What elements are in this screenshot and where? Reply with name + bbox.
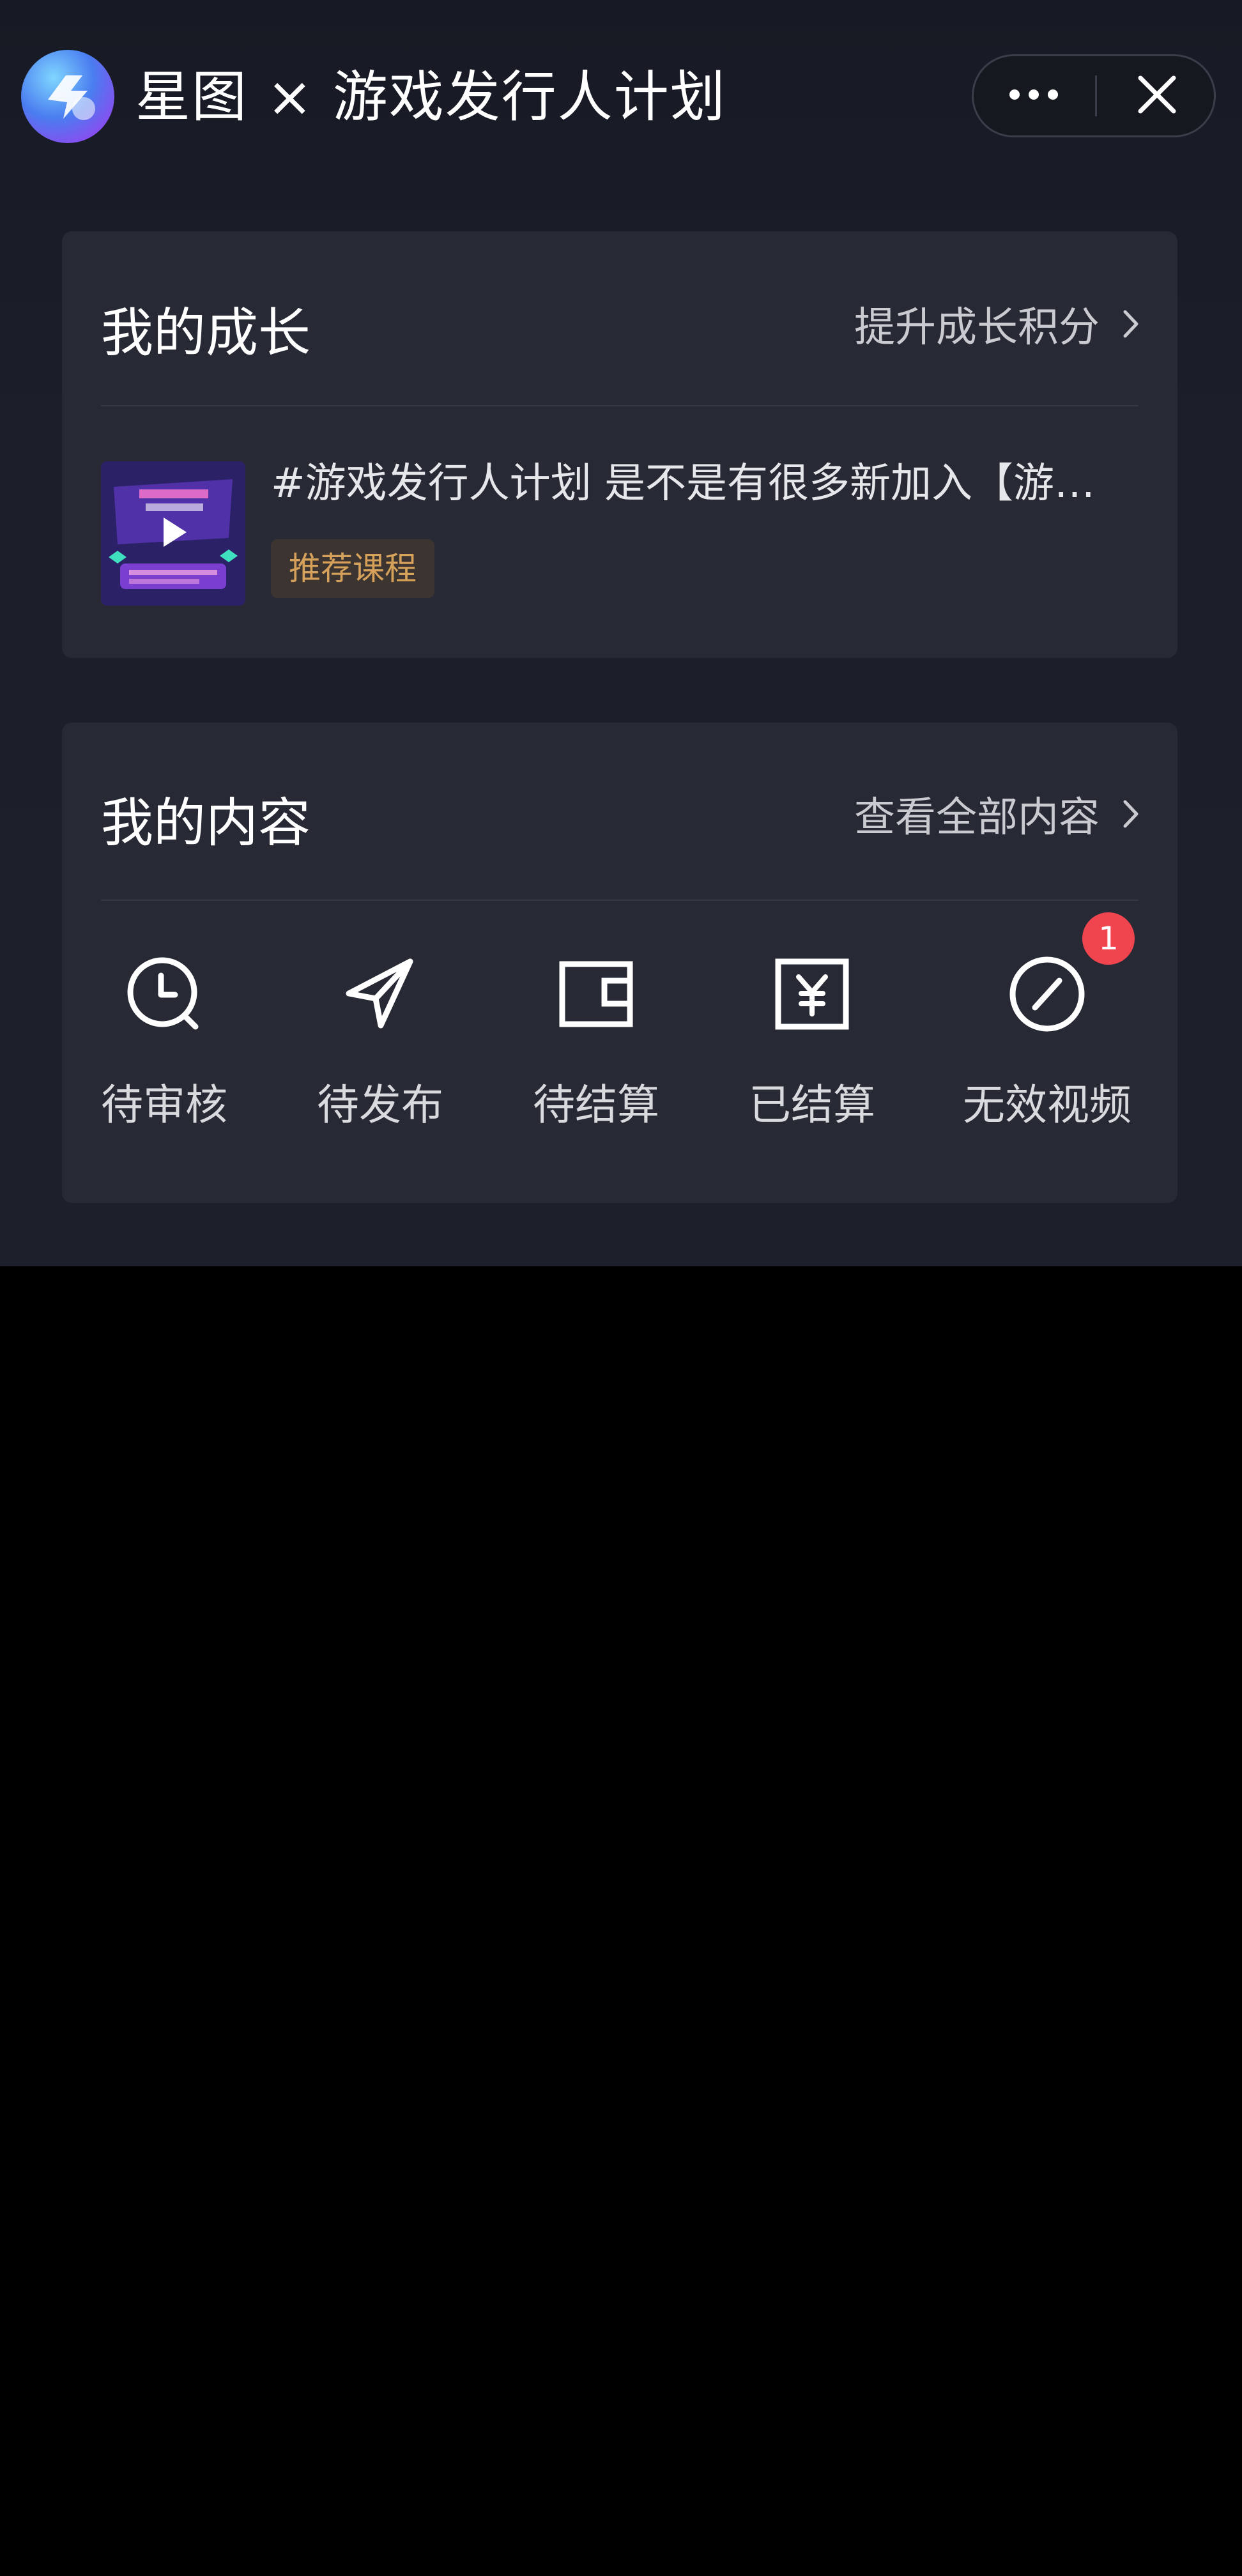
view-all-content-label: 查看全部内容 [854,794,1100,841]
more-dots-icon [1005,87,1062,105]
close-button[interactable] [1097,56,1217,135]
mini-app-panel: 星图 × 游戏发行人计划 我的成长 提升成长积分 #游戏发行人计划 是不是有很多… [0,0,1242,1266]
paper-plane-icon [339,953,422,1036]
raise-growth-points-label: 提升成长积分 [854,304,1100,351]
wallet-icon [555,953,638,1036]
notification-badge: 1 [1082,912,1135,965]
status-label: 已结算 [749,1080,875,1130]
status-label: 待结算 [533,1080,659,1130]
status-label: 待审核 [101,1080,227,1130]
course-title: #游戏发行人计划 是不是有很多新加入【游… [271,460,1095,507]
view-all-content-link[interactable]: 查看全部内容 [854,779,1139,849]
app-title: 星图 × 游戏发行人计划 [135,65,726,129]
status-label: 待发布 [317,1080,443,1130]
header-bar: 星图 × 游戏发行人计划 [0,0,1242,192]
prohibited-icon [1006,953,1089,1036]
capsule-menu [972,54,1216,137]
status-invalid-video[interactable]: 无效视频 [932,953,1162,1157]
status-pending-review[interactable]: 待审核 [68,953,260,1157]
content-card: 我的内容 查看全部内容 待审核 待发布 待结算 已结算 无效视频 1 [62,723,1177,1203]
status-label: 无效视频 [963,1080,1131,1130]
close-icon [1137,74,1177,118]
app-logo [21,50,114,143]
growth-card-divider [101,405,1138,406]
more-button[interactable] [974,56,1094,135]
status-pending-publish[interactable]: 待发布 [284,953,476,1157]
yuan-icon [770,953,854,1036]
growth-card-title: 我的成长 [101,303,311,364]
play-icon [152,511,194,556]
content-card-title: 我的内容 [101,793,311,854]
chevron-right-icon [1123,799,1139,829]
screen: 星图 × 游戏发行人计划 我的成长 提升成长积分 #游戏发行人计划 是不是有很多… [0,0,1242,2576]
course-thumbnail [101,461,245,606]
content-card-divider [101,900,1138,901]
clock-icon [123,953,206,1036]
recommended-course-tag: 推荐课程 [271,539,434,598]
growth-card: 我的成长 提升成长积分 #游戏发行人计划 是不是有很多新加入【游… 推荐课程 [62,231,1177,658]
status-settled[interactable]: 已结算 [716,953,908,1157]
chevron-right-icon [1123,309,1139,339]
raise-growth-points-link[interactable]: 提升成长积分 [854,289,1139,359]
status-pending-settlement[interactable]: 待结算 [500,953,692,1157]
